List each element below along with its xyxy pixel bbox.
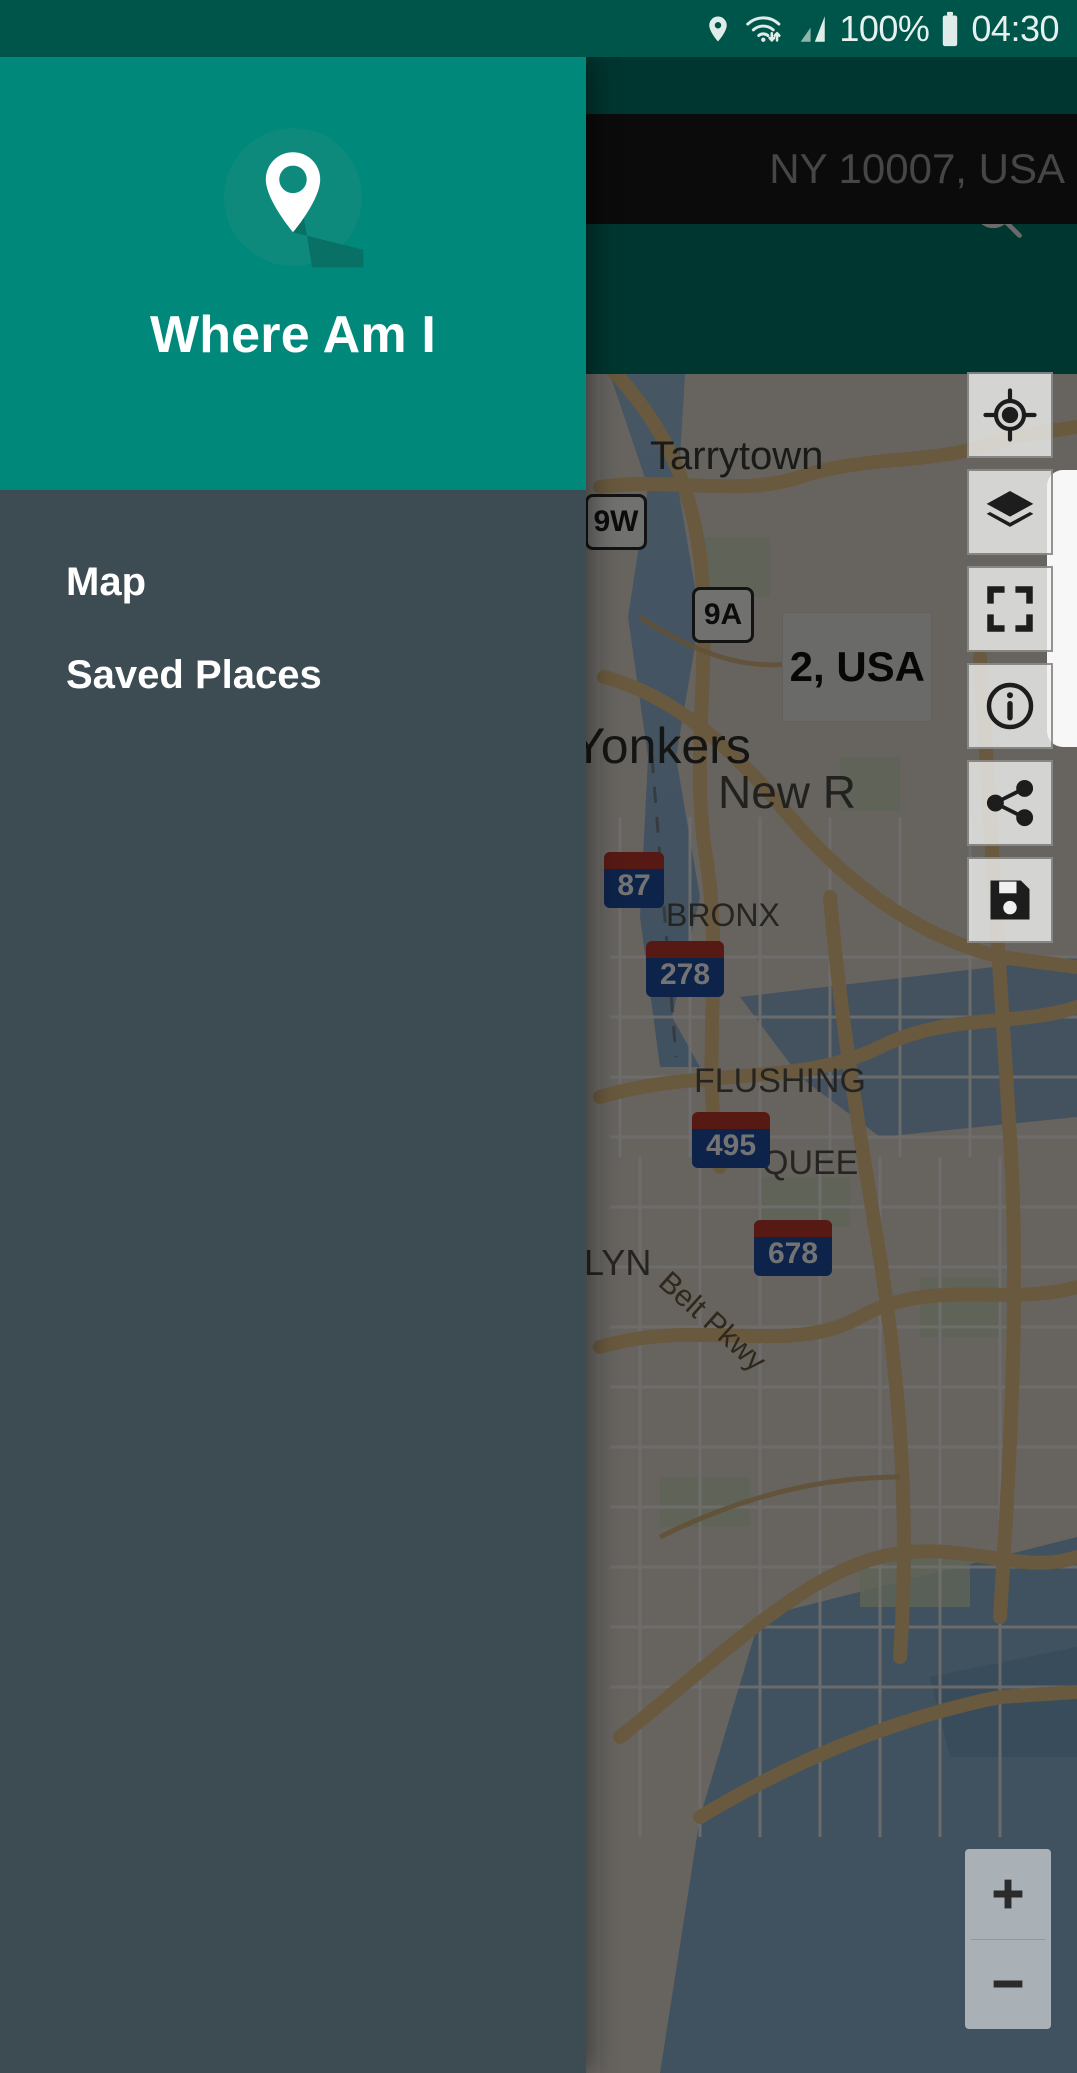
floppy-save-icon xyxy=(990,880,1030,920)
zoom-in-button[interactable] xyxy=(965,1849,1051,1939)
fullscreen-button[interactable] xyxy=(967,566,1053,652)
info-button[interactable] xyxy=(967,663,1053,749)
drawer-item-saved-places[interactable]: Saved Places xyxy=(0,629,586,721)
location-icon xyxy=(703,12,733,46)
minus-icon xyxy=(993,1980,1023,1988)
battery-icon xyxy=(939,11,961,47)
share-button[interactable] xyxy=(967,760,1053,846)
save-button[interactable] xyxy=(967,857,1053,943)
app-title: Where Am I xyxy=(149,306,437,364)
drawer-menu: Map Saved Places xyxy=(0,490,586,721)
zoom-out-button[interactable] xyxy=(965,1940,1051,2030)
clock: 04:30 xyxy=(971,7,1059,49)
share-icon xyxy=(986,779,1034,827)
map-layers-button[interactable] xyxy=(967,469,1053,555)
drawer-item-label: Map xyxy=(66,559,146,604)
drawer-item-label: Saved Places xyxy=(66,652,322,697)
battery-percent: 100% xyxy=(839,7,930,49)
fullscreen-icon xyxy=(987,586,1033,632)
my-location-icon xyxy=(983,388,1037,442)
phone-screen: 2, USA TarrytownYonkersNew RBRONXFLUSHIN… xyxy=(0,0,1077,2073)
cellular-signal-icon xyxy=(795,12,829,46)
info-circle-icon xyxy=(986,682,1034,730)
status-bar: 100% 04:30 xyxy=(0,0,1077,57)
drawer-header: Where Am I xyxy=(0,57,586,490)
my-location-button[interactable] xyxy=(967,372,1053,458)
map-controls xyxy=(967,372,1053,943)
drawer-item-map[interactable]: Map xyxy=(0,536,586,628)
navigation-drawer: Where Am I Map Saved Places xyxy=(0,57,586,2073)
plus-icon xyxy=(993,1879,1023,1909)
layers-icon xyxy=(986,491,1034,527)
map-pin-logo-icon xyxy=(224,128,364,268)
wifi-icon xyxy=(743,12,785,46)
zoom-controls xyxy=(965,1849,1051,2029)
